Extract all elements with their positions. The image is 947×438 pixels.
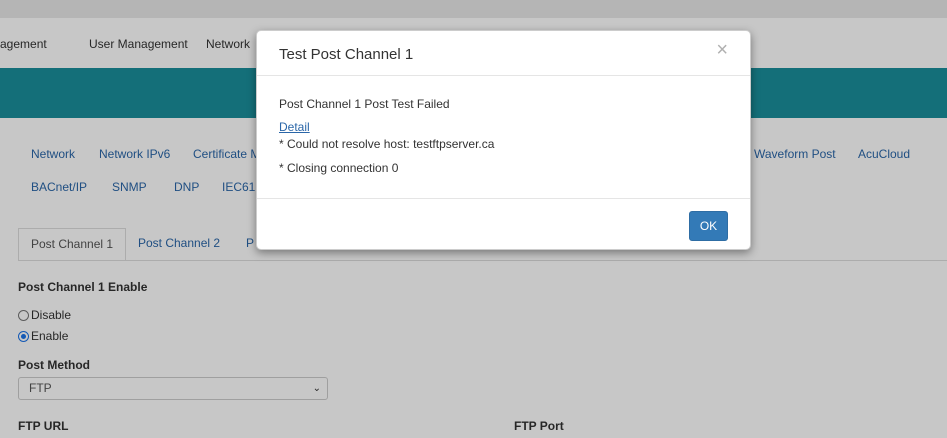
test-post-dialog: Test Post Channel 1 × Post Channel 1 Pos… <box>256 30 751 250</box>
close-icon[interactable]: × <box>716 40 728 60</box>
detail-line: * Closing connection 0 <box>279 161 399 175</box>
detail-line: * Could not resolve host: testftpserver.… <box>279 137 495 151</box>
dialog-message: Post Channel 1 Post Test Failed <box>279 97 450 111</box>
detail-link[interactable]: Detail <box>279 120 310 134</box>
ok-button[interactable]: OK <box>689 211 728 241</box>
dialog-footer-divider <box>257 198 750 199</box>
dialog-header: Test Post Channel 1 × <box>257 31 750 76</box>
dialog-title: Test Post Channel 1 <box>279 46 414 63</box>
